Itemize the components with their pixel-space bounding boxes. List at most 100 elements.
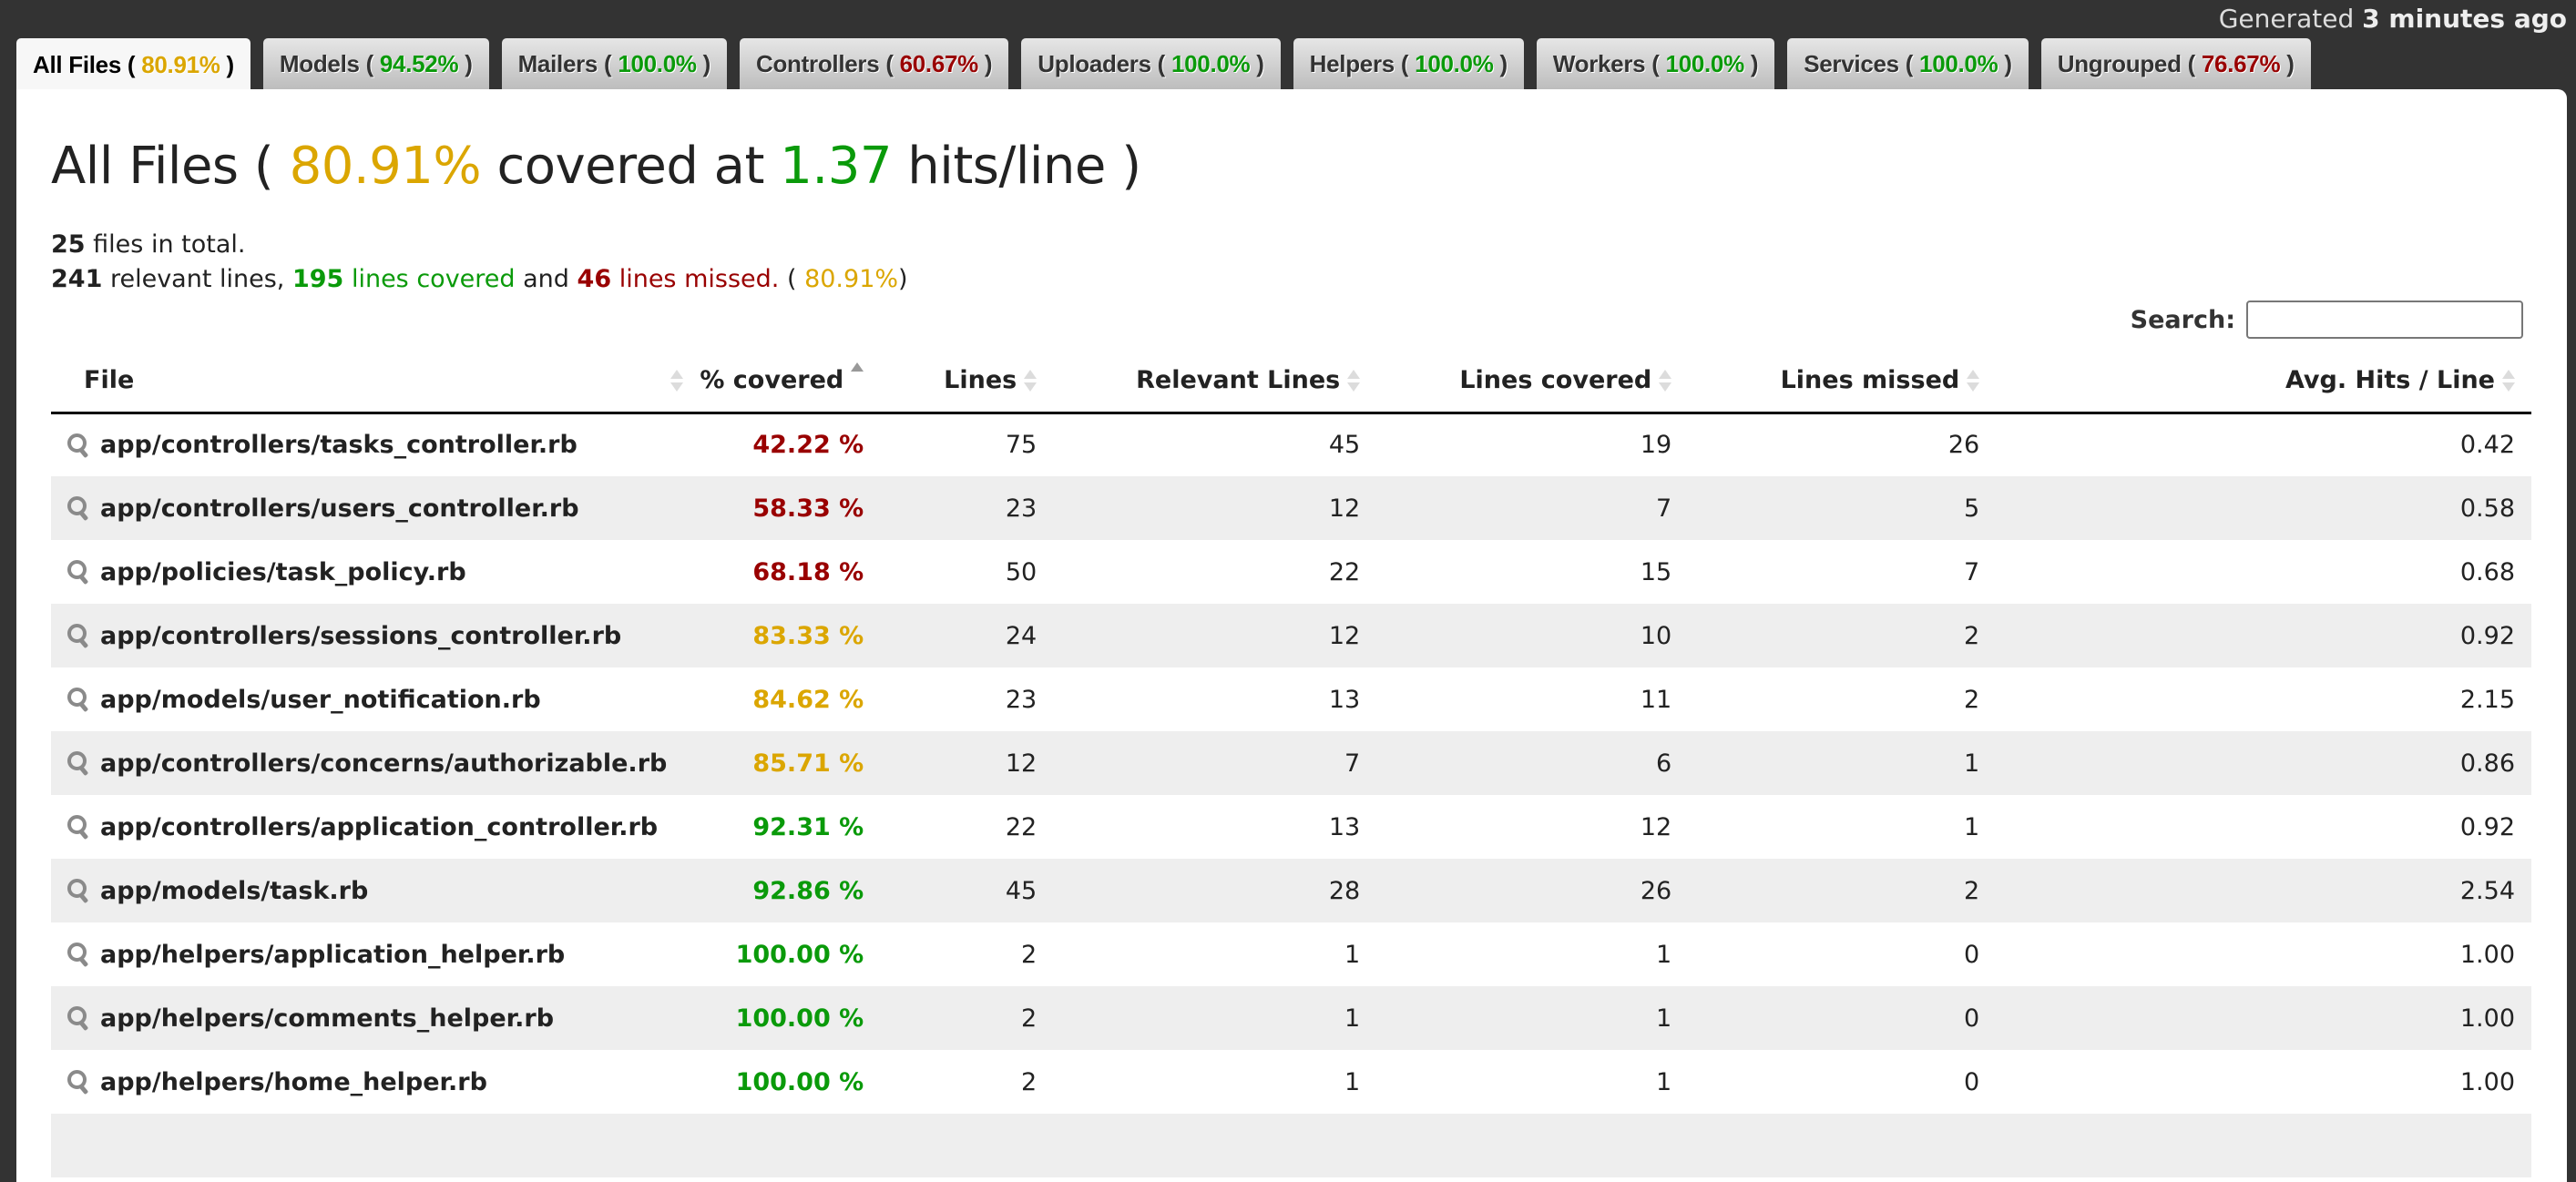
file-link[interactable]: app/helpers/comments_helper.rb: [100, 1004, 554, 1033]
and-text: and: [523, 265, 569, 293]
tab-coverage-percent: 100.0%: [1170, 49, 1251, 77]
magnifier-icon: [67, 815, 89, 841]
files-text: files in total.: [93, 230, 246, 259]
tab-services[interactable]: Services ( 100.0% ): [1787, 38, 2029, 89]
magnifier-icon: [67, 1070, 89, 1095]
title-open: (: [253, 137, 274, 196]
avg-hits-cell: 1.00: [1996, 986, 2531, 1050]
lines-covered-cell: 1: [1376, 986, 1689, 1050]
search-box: Search:: [2131, 301, 2523, 339]
covered-text: lines covered: [351, 265, 516, 293]
tab-coverage-percent: 80.91%: [141, 50, 220, 78]
table-row: app/helpers/application_helper.rb 100.00 …: [51, 922, 2531, 986]
tab-coverage-percent: 100.0%: [1415, 49, 1494, 77]
column-header-percent-covered[interactable]: % covered: [683, 349, 881, 414]
missed-lines-summary: 46 lines missed.: [578, 265, 780, 293]
lines-covered-cell: 15: [1640, 557, 1672, 586]
column-header-avg-hits[interactable]: Avg. Hits / Line: [1996, 349, 2531, 414]
lines-missed-cell: 2: [1688, 604, 1997, 667]
magnifier-icon: [67, 688, 89, 713]
table-row: app/helpers/home_helper.rb 100.00 % 2 1 1 0 1.…: [51, 1050, 2531, 1114]
file-coverage-table: File % covered Lines Relevant Lines Line…: [51, 349, 2531, 1177]
tab-paren-close: ): [978, 49, 993, 77]
title-hits-suffix: hits/line: [907, 137, 1106, 196]
lines-covered-cell: 12: [1640, 812, 1672, 841]
lines-cell: 2: [880, 986, 1054, 1050]
file-link[interactable]: app/controllers/users_controller.rb: [100, 494, 579, 523]
file-link[interactable]: app/controllers/concerns/authorizable.rb: [100, 749, 667, 778]
relevant-count: 241: [51, 265, 103, 293]
tab-uploaders[interactable]: Uploaders ( 100.0% ): [1021, 38, 1281, 89]
covered-lines-summary: 195 lines covered: [292, 265, 516, 293]
file-cell: app/controllers/tasks_controller.rb: [51, 413, 683, 476]
percent-covered-cell: 85.71 %: [683, 731, 881, 795]
percent-covered-cell: 92.86 %: [683, 859, 881, 922]
tab-label: Controllers: [756, 49, 880, 77]
summary-pct: 80.91%: [804, 265, 899, 293]
file-link[interactable]: app/models/user_notification.rb: [100, 686, 541, 714]
file-link[interactable]: app/models/task.rb: [100, 877, 368, 905]
search-label: Search:: [2130, 305, 2235, 334]
tab-ungrouped[interactable]: Ungrouped ( 76.67% ): [2040, 38, 2311, 89]
search-input[interactable]: [2246, 301, 2523, 339]
relevant-text: relevant lines,: [109, 265, 285, 293]
column-header-relevant-lines[interactable]: Relevant Lines: [1053, 349, 1377, 414]
tab-controllers[interactable]: Controllers ( 60.67% ): [740, 38, 1009, 89]
column-header-lines-missed[interactable]: Lines missed: [1688, 349, 1997, 414]
column-label: File: [84, 365, 135, 394]
file-cell: app/controllers/application_controller.r…: [51, 795, 683, 859]
lines-summary-line: 241 relevant lines, 195 lines covered an…: [51, 262, 908, 297]
lines-cell: 45: [880, 859, 1054, 922]
lines-missed-cell: 2: [1964, 685, 1980, 714]
column-header-lines-covered[interactable]: Lines covered: [1376, 349, 1689, 414]
relevant-lines-cell: 12: [1053, 604, 1377, 667]
avg-hits-cell: 1.00: [2459, 940, 2515, 969]
table-row: app/policies/task_policy.rb 68.18 % 50 22 15…: [51, 540, 2531, 604]
percent-covered-cell: 84.62 %: [752, 685, 864, 714]
avg-hits-cell: 0.58: [1996, 476, 2531, 540]
relevant-lines-cell: 45: [1328, 431, 1361, 460]
percent-covered-cell: 42.22 %: [752, 431, 864, 460]
tab-label: Workers: [1552, 49, 1646, 77]
tab-workers[interactable]: Workers ( 100.0% ): [1536, 38, 1775, 89]
tab-paren-close: ): [1743, 49, 1759, 77]
sort-both-icon: [670, 370, 684, 392]
tab-models[interactable]: Models ( 94.52% ): [262, 38, 489, 89]
table-row: app/models/task.rb 92.86 % 45 28 26 2 2.54: [51, 859, 2531, 922]
tab-paren-open: (: [2181, 49, 2202, 77]
magnifier-icon: [67, 433, 89, 459]
lines-cell: 23: [880, 476, 1054, 540]
missed-text: lines missed.: [618, 265, 780, 293]
table-row: app/controllers/tasks_controller.rb 42.22…: [51, 413, 2531, 476]
avg-hits-cell: 0.92: [1996, 604, 2531, 667]
file-link[interactable]: app/controllers/tasks_controller.rb: [100, 431, 578, 459]
avg-hits-cell: 2.54: [1996, 859, 2531, 922]
column-header-file[interactable]: File: [51, 349, 684, 414]
lines-cell: 23: [1005, 685, 1038, 714]
file-link[interactable]: app/helpers/home_helper.rb: [100, 1068, 487, 1096]
lines-cell: 2: [1021, 940, 1038, 969]
generated-timestamp: Generated 3 minutes ago: [2219, 4, 2567, 34]
tab-all-files[interactable]: All Files ( 80.91% ): [16, 38, 250, 91]
file-link[interactable]: app/helpers/application_helper.rb: [100, 941, 565, 969]
column-header-lines[interactable]: Lines: [880, 349, 1054, 414]
tab-mailers[interactable]: Mailers ( 100.0% ): [501, 38, 727, 89]
file-link[interactable]: app/policies/task_policy.rb: [100, 558, 466, 586]
percent-covered-cell: 58.33 %: [683, 476, 881, 540]
tab-label: Services: [1804, 49, 1899, 77]
sort-both-icon: [1967, 370, 1980, 392]
relevant-lines-cell: 1: [1344, 1067, 1361, 1096]
tab-helpers[interactable]: Helpers ( 100.0% ): [1293, 38, 1524, 89]
file-link[interactable]: app/controllers/application_controller.r…: [100, 813, 658, 841]
title-name: All Files: [51, 137, 239, 196]
magnifier-icon: [67, 879, 89, 904]
file-cell: app/models/task.rb: [51, 859, 684, 922]
sort-both-icon: [2502, 370, 2515, 392]
title-hits-per-line: 1.37: [780, 137, 892, 196]
lines-covered-cell: 19: [1640, 431, 1672, 460]
percent-covered-cell: 100.00 %: [683, 986, 881, 1050]
tab-paren-open: (: [359, 49, 380, 77]
table-row: app/controllers/application_controller.r…: [51, 795, 2531, 859]
file-link[interactable]: app/controllers/sessions_controller.rb: [100, 622, 621, 650]
tab-paren-open: (: [121, 50, 142, 78]
